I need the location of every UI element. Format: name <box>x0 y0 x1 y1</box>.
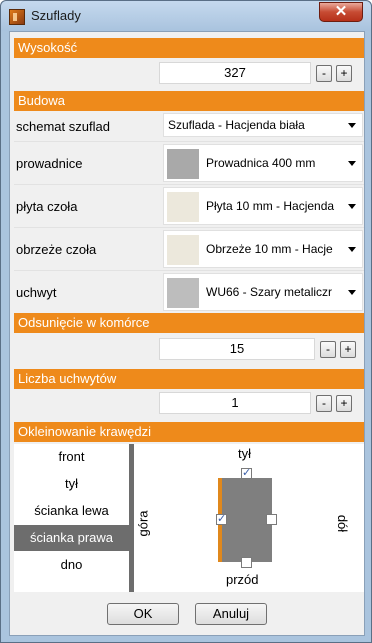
edge-item-front[interactable]: front <box>14 444 129 470</box>
dropdown-value: WU66 - Szary metaliczr <box>206 285 333 299</box>
chevron-down-icon <box>348 161 356 166</box>
property-row-uchwyt: uchwyt WU66 - Szary metaliczr <box>14 271 364 314</box>
offset-section-header: Odsunięcie w komórce <box>14 313 364 333</box>
chevron-down-icon <box>348 247 356 252</box>
color-swatch <box>167 192 199 222</box>
property-label: schemat szuflad <box>16 119 110 134</box>
edge-item-dno[interactable]: dno <box>14 552 129 578</box>
height-increment-button[interactable]: + <box>336 65 352 82</box>
dropdown-value: Prowadnica 400 mm <box>206 156 316 170</box>
edge-checkbox-top[interactable] <box>241 466 252 479</box>
color-swatch <box>167 235 199 265</box>
ok-button[interactable]: OK <box>107 603 179 625</box>
offset-decrement-button[interactable]: - <box>320 341 336 358</box>
edge-list: front tył ścianka lewa ścianka prawa dno <box>14 444 129 592</box>
close-button[interactable]: ✕ <box>319 2 363 22</box>
edge-item-tyl[interactable]: tył <box>14 471 129 497</box>
build-section-header: Budowa <box>14 91 364 111</box>
handles-decrement-button[interactable]: - <box>316 395 332 412</box>
dialog-body: Wysokość 327 - + Budowa schemat szuflad … <box>9 31 365 636</box>
height-section-header: Wysokość <box>14 38 364 58</box>
app-icon <box>9 9 25 25</box>
property-row-obrzeze-czola: obrzeże czoła Obrzeże 10 mm - Hacje <box>14 228 364 271</box>
property-label: obrzeże czoła <box>16 242 97 257</box>
dialog-window: Szuflady ✕ Wysokość 327 - + Budowa schem… <box>0 0 372 643</box>
schemat-dropdown[interactable]: Szuflada - Hacjenda biała <box>163 113 363 137</box>
obrzeze-czola-dropdown[interactable]: Obrzeże 10 mm - Hacje <box>163 230 363 268</box>
edge-item-scianka-prawa[interactable]: ścianka prawa <box>14 525 129 551</box>
label-bottom: przód <box>226 572 259 587</box>
edging-section-header: Okleinowanie krawędzi <box>14 422 364 442</box>
edge-checkbox-bottom[interactable] <box>241 557 252 568</box>
height-decrement-button[interactable]: - <box>316 65 332 82</box>
title-bar[interactable]: Szuflady ✕ <box>1 1 371 31</box>
offset-input[interactable]: 15 <box>159 338 315 360</box>
chevron-down-icon <box>348 204 356 209</box>
edge-checkbox-left[interactable] <box>216 512 227 525</box>
label-right: dół <box>335 514 351 533</box>
height-input[interactable]: 327 <box>159 62 311 84</box>
edge-item-scianka-lewa[interactable]: ścianka lewa <box>14 498 129 524</box>
property-row-plyta-czola: płyta czoła Płyta 10 mm - Hacjenda <box>14 185 364 228</box>
cancel-button[interactable]: Anuluj <box>195 603 267 625</box>
dropdown-value: Płyta 10 mm - Hacjenda <box>206 199 335 213</box>
edge-preview: tył przód góra dół <box>134 444 364 592</box>
handles-section-header: Liczba uchwytów <box>14 369 364 389</box>
property-row-schemat: schemat szuflad Szuflada - Hacjenda biał… <box>14 112 364 142</box>
window-title: Szuflady <box>31 8 81 23</box>
label-top: tył <box>238 446 251 461</box>
chevron-down-icon <box>348 290 356 295</box>
color-swatch <box>167 278 199 308</box>
color-swatch <box>167 149 199 179</box>
property-label: prowadnice <box>16 156 83 171</box>
dropdown-value: Obrzeże 10 mm - Hacje <box>206 242 333 256</box>
offset-increment-button[interactable]: + <box>340 341 356 358</box>
property-label: uchwyt <box>16 285 57 300</box>
chevron-down-icon <box>348 123 356 128</box>
dropdown-value: Szuflada - Hacjenda biała <box>168 118 305 132</box>
edge-checkbox-right[interactable] <box>266 514 277 525</box>
plyta-czola-dropdown[interactable]: Płyta 10 mm - Hacjenda <box>163 187 363 225</box>
uchwyt-dropdown[interactable]: WU66 - Szary metaliczr <box>163 273 363 311</box>
property-row-prowadnice: prowadnice Prowadnica 400 mm <box>14 142 364 185</box>
prowadnice-dropdown[interactable]: Prowadnica 400 mm <box>163 144 363 182</box>
panel-shape <box>222 478 272 562</box>
label-left: góra <box>135 510 151 537</box>
property-label: płyta czoła <box>16 199 78 214</box>
handles-increment-button[interactable]: + <box>336 395 352 412</box>
handles-count-input[interactable]: 1 <box>159 392 311 414</box>
